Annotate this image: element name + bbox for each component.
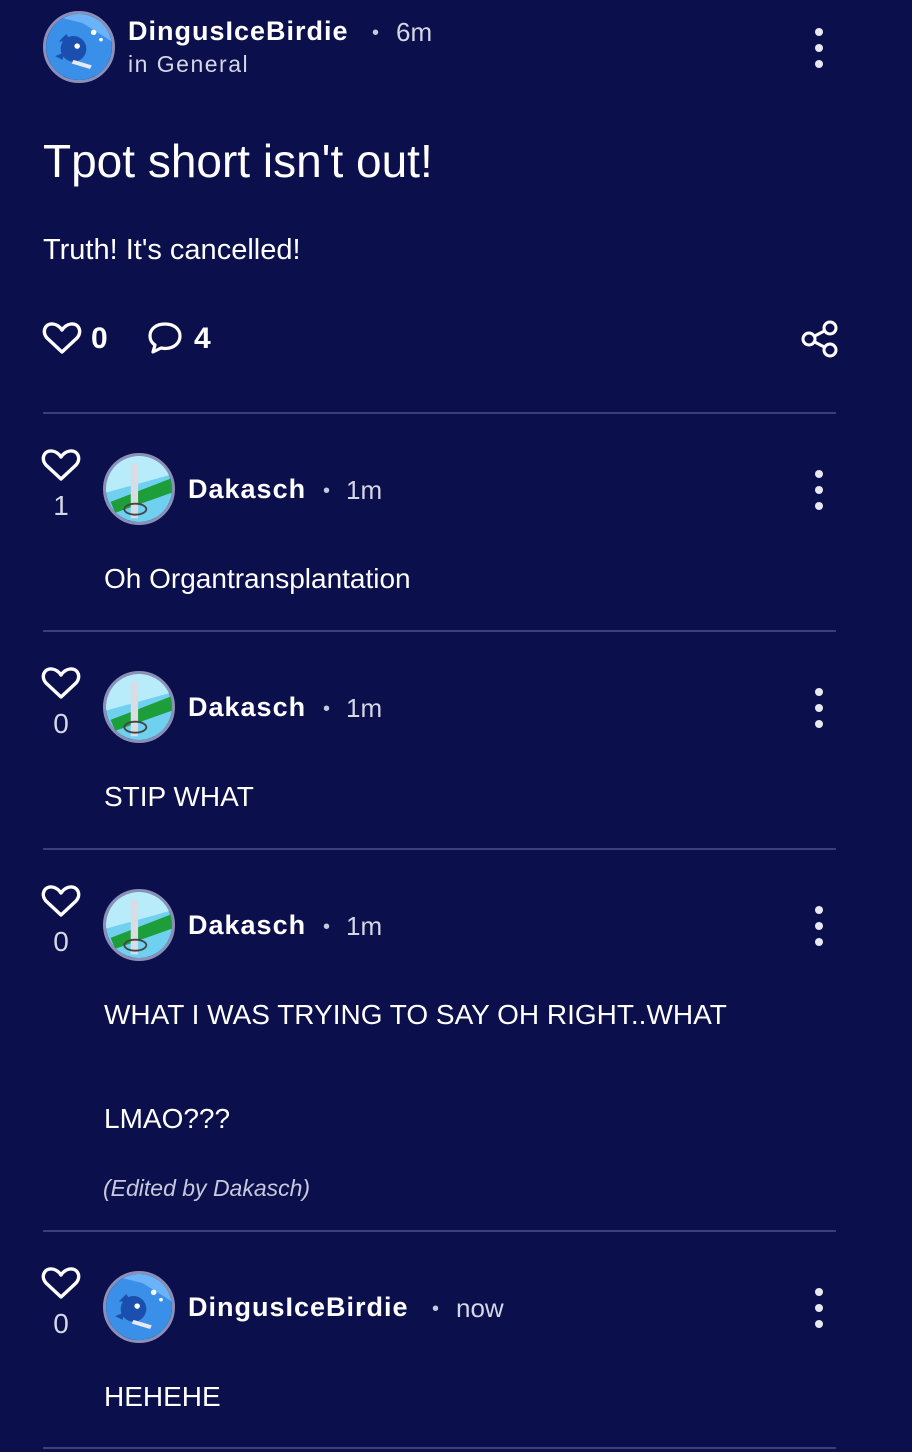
separator-dot: • [323,480,331,502]
comment-author-avatar[interactable] [103,1271,175,1343]
comment-more-options-icon[interactable] [813,470,825,510]
comment-time: 1m [346,693,383,723]
comment-author-avatar[interactable] [103,671,175,743]
comment-time: now [456,1293,504,1323]
edited-note: (Edited by Dakasch) [103,1175,311,1201]
comment-more-options-icon[interactable] [813,688,825,728]
comment-author-name[interactable]: Dakasch [188,474,306,505]
post-title: Tpot short isn't out! [43,135,433,187]
comment-like-button[interactable] [41,666,81,700]
comment-text: Oh Organtransplantation [104,563,411,594]
comment-author-avatar[interactable] [103,889,175,961]
post-category[interactable]: in General [128,51,249,78]
comment-text-line: LMAO??? [104,1103,231,1134]
post-like-button[interactable] [42,321,82,355]
post-more-options-icon[interactable] [813,28,825,68]
comment-like-count: 1 [53,490,69,521]
separator-dot: • [323,916,331,938]
heart-icon [41,1267,81,1299]
divider [43,630,836,632]
post-time: 6m [396,17,433,47]
post-comment-count: 4 [194,322,211,355]
comment-author-name[interactable]: Dakasch [188,910,306,941]
blue-hedgehog-avatar-icon [46,14,112,80]
green-bar-avatar-icon [106,892,172,958]
comment-author-name[interactable]: DingusIceBirdie [188,1292,409,1323]
post-comments-button[interactable] [147,321,183,360]
green-bar-avatar-icon [106,456,172,522]
comment-author-name[interactable]: Dakasch [188,692,306,723]
comment-more-options-icon[interactable] [813,1288,825,1328]
comment-more-options-icon[interactable] [813,906,825,946]
share-icon [801,320,838,358]
post-author-name[interactable]: DingusIceBirdie [128,16,349,47]
comment-like-button[interactable] [41,448,81,482]
post-like-count: 0 [91,322,108,355]
divider [43,848,836,850]
blue-hedgehog-avatar-icon [106,1274,172,1340]
post-author-avatar[interactable] [43,11,115,83]
comment-time: 1m [346,475,383,505]
divider [43,1447,836,1449]
comment-text: HEHEHE [104,1381,221,1412]
divider [43,412,836,414]
comment-like-count: 0 [53,708,69,739]
comment-like-button[interactable] [41,884,81,918]
heart-icon [42,322,82,354]
heart-icon [41,885,81,917]
heart-icon [41,449,81,481]
share-button[interactable] [800,320,840,363]
heart-icon [41,667,81,699]
separator-dot: • [372,22,380,44]
green-bar-avatar-icon [106,674,172,740]
comment-time: 1m [346,911,383,941]
separator-dot: • [432,1298,440,1320]
comment-text: WHAT I WAS TRYING TO SAY OH RIGHT..WHAT [104,999,727,1030]
separator-dot: • [323,698,331,720]
post-body: Truth! It's cancelled! [43,234,301,266]
comment-like-button[interactable] [41,1266,81,1300]
comment-author-avatar[interactable] [103,453,175,525]
divider [43,1230,836,1232]
comment-like-count: 0 [53,1308,69,1339]
comment-bubble-icon [148,322,182,354]
comment-text: STIP WHAT [104,781,254,812]
comment-like-count: 0 [53,926,69,957]
